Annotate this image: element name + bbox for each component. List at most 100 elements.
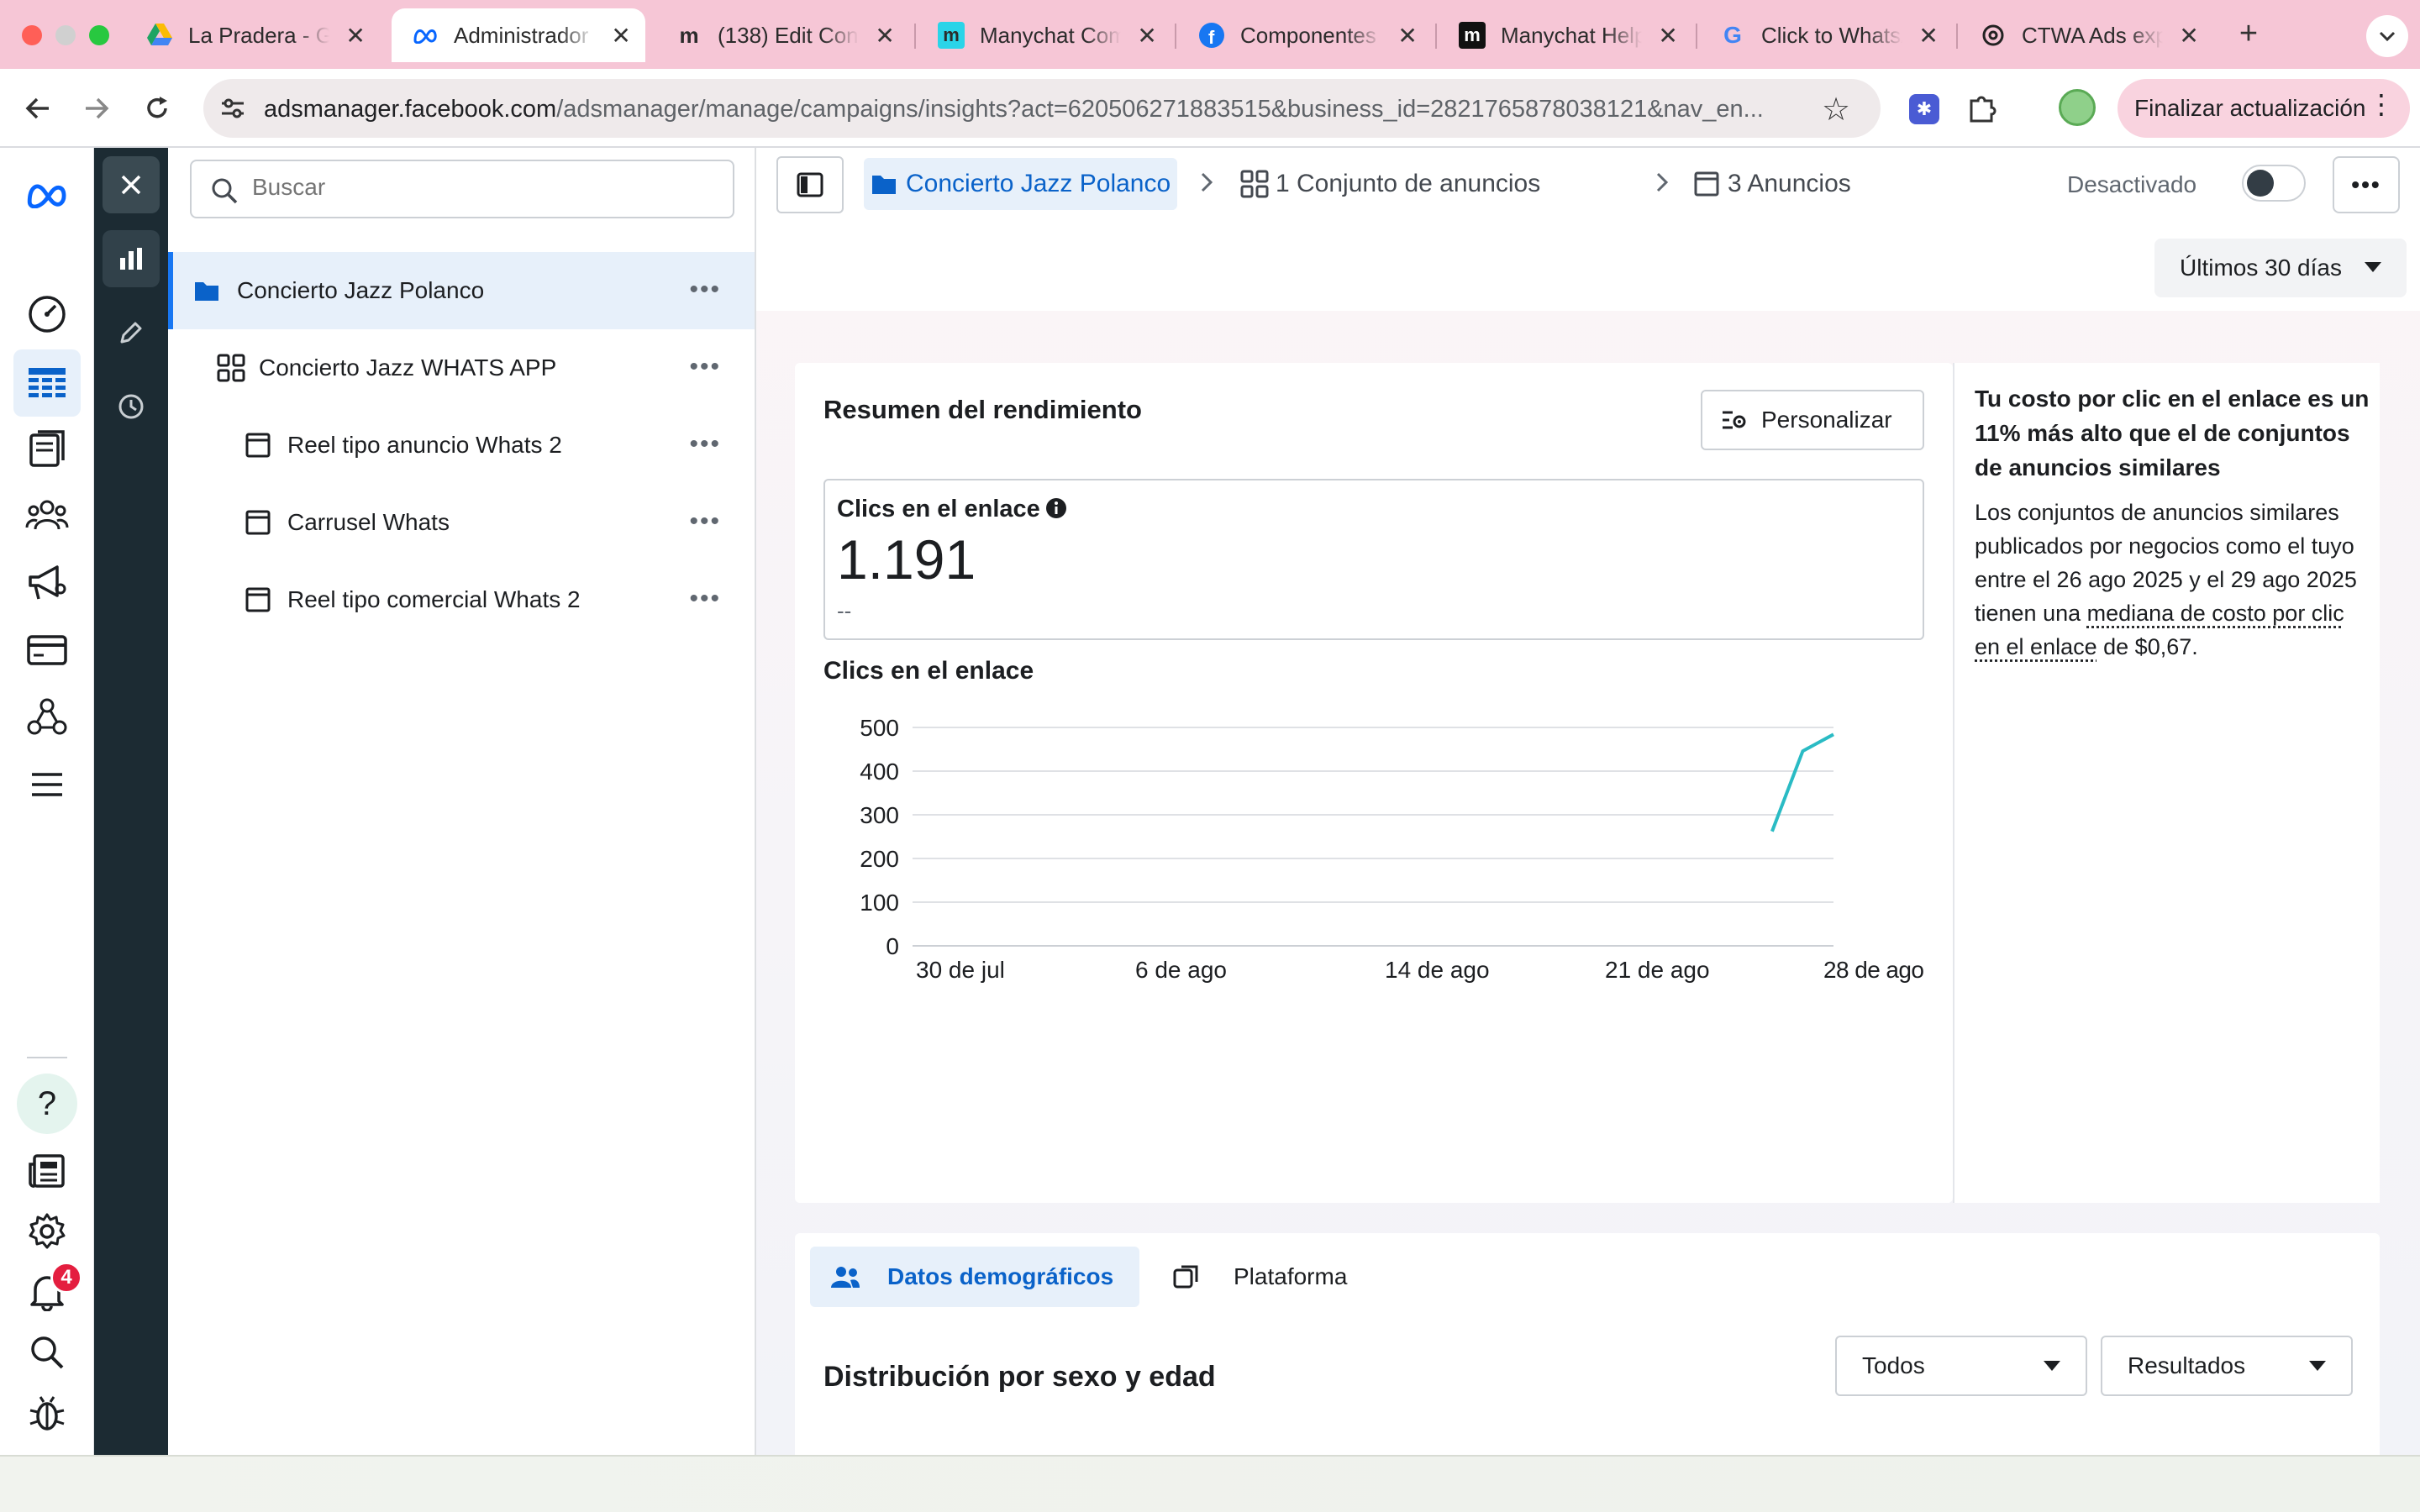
more-options-icon[interactable]: ••• [689, 507, 721, 536]
extension-icon[interactable]: ✱ [1909, 94, 1939, 124]
finish-update-button[interactable]: Finalizar actualización ⋮ [2118, 79, 2410, 138]
all-tools-menu-icon[interactable] [24, 761, 71, 808]
close-tab-icon[interactable]: ✕ [1395, 22, 1420, 50]
tree-item-ad[interactable]: Reel tipo comercial Whats 2 ••• [168, 561, 755, 638]
more-options-icon[interactable]: ••• [689, 585, 721, 613]
browser-tab[interactable]: CTWA Ads explained ✕ [1960, 8, 2213, 62]
more-options-icon[interactable]: ••• [689, 430, 721, 459]
tree-item-ad[interactable]: Reel tipo anuncio Whats 2 ••• [168, 407, 755, 484]
caret-down-icon [2309, 1361, 2326, 1371]
browser-tab[interactable]: m Manychat Help ✕ [1439, 8, 1692, 62]
metric-tile[interactable]: Clics en el enlace 1.191 -- [823, 479, 1924, 640]
tree-item-adset[interactable]: Concierto Jazz WHATS APP ••• [168, 329, 755, 407]
tree-item-campaign[interactable]: Concierto Jazz Polanco ••• [168, 252, 755, 329]
profile-avatar[interactable] [2059, 89, 2096, 126]
browser-tab-strip: La Pradera - Google Drive ✕ Administrado… [0, 0, 2420, 69]
campaign-toggle[interactable] [2242, 165, 2306, 202]
x-tick-label: 14 de ago [1385, 957, 1490, 983]
megaphone-icon[interactable] [24, 559, 71, 606]
close-tab-icon[interactable]: ✕ [1655, 22, 1681, 50]
close-tab-icon[interactable]: ✕ [608, 22, 634, 50]
search-icon[interactable] [24, 1329, 71, 1376]
forward-button[interactable] [76, 87, 118, 129]
browser-tab[interactable]: m Manychat Community ✕ [918, 8, 1171, 62]
site-info-icon[interactable] [218, 94, 247, 127]
browser-tab[interactable]: La Pradera - Google Drive ✕ [126, 8, 380, 62]
tree-item-label: Concierto Jazz Polanco [237, 277, 485, 303]
tab-demographics[interactable]: Datos demográficos [810, 1247, 1139, 1307]
y-tick-label: 0 [886, 933, 899, 959]
gender-filter-select[interactable]: Todos [1835, 1336, 2087, 1396]
maximize-window-button[interactable] [89, 25, 109, 45]
close-tab-icon[interactable]: ✕ [1916, 22, 1941, 50]
chevron-down-icon [2379, 31, 2396, 41]
settings-gear-icon[interactable] [24, 1208, 71, 1255]
search-input[interactable] [250, 173, 721, 202]
x-tick-label: 6 de ago [1135, 957, 1227, 983]
date-range-selector[interactable]: Últimos 30 días [2154, 239, 2407, 297]
browser-tab[interactable]: m (138) Edit Content ✕ [655, 8, 909, 62]
more-options-icon[interactable]: ••• [689, 276, 721, 304]
browser-tab[interactable]: f Componentes de anuncios ✕ [1178, 8, 1432, 62]
kebab-menu-icon[interactable]: ⋮ [2368, 91, 2395, 118]
new-tab-button[interactable]: + [2230, 15, 2267, 52]
breadcrumb-ads[interactable]: 3 Anuncios [1694, 158, 1851, 210]
folder-icon [195, 282, 218, 301]
more-actions-button[interactable]: ••• [2333, 156, 2400, 213]
customize-button[interactable]: Personalizar [1701, 390, 1924, 450]
ellipsis-icon: ••• [2351, 171, 2381, 197]
breadcrumb-campaign[interactable]: Concierto Jazz Polanco [864, 158, 1178, 210]
close-tab-icon[interactable]: ✕ [872, 22, 897, 50]
news-icon[interactable] [24, 1147, 71, 1194]
tab-platform[interactable]: Plataforma [1156, 1247, 1347, 1307]
close-tab-icon[interactable]: ✕ [343, 22, 368, 50]
close-tab-icon[interactable]: ✕ [2176, 22, 2202, 50]
tab-search-button[interactable] [2366, 15, 2408, 57]
browser-tab[interactable]: G Click to WhatsApp ✕ [1699, 8, 1953, 62]
close-tab-icon[interactable]: ✕ [1134, 22, 1160, 50]
more-options-icon[interactable]: ••• [689, 353, 721, 381]
adset-grid-icon [217, 354, 245, 382]
edit-pencil-icon[interactable] [103, 304, 160, 361]
audiences-people-icon[interactable] [24, 492, 71, 539]
campaigns-table-icon[interactable] [13, 349, 81, 417]
bug-report-icon[interactable] [24, 1389, 71, 1436]
puzzle-extensions-icon[interactable] [1966, 91, 2000, 129]
tree-search-box[interactable] [190, 160, 734, 218]
help-icon[interactable]: ? [17, 1074, 77, 1134]
metric-filter-select[interactable]: Resultados [2101, 1336, 2353, 1396]
browser-tab-active[interactable]: Administrador de anuncios ✕ [392, 8, 645, 62]
bookmark-star-icon[interactable]: ☆ [1822, 91, 1850, 129]
openai-icon [1980, 22, 2007, 49]
reload-button[interactable] [136, 87, 178, 129]
adset-grid-icon [1240, 170, 1269, 198]
rail-divider [27, 1057, 67, 1058]
insights-chart-icon[interactable] [103, 230, 160, 287]
minimize-window-button[interactable] [55, 25, 76, 45]
notification-badge: 4 [50, 1262, 82, 1294]
ad-window-icon [245, 433, 271, 458]
breadcrumb-adsets[interactable]: 1 Conjunto de anuncios [1240, 158, 1540, 210]
search-icon [212, 178, 238, 204]
tree-item-ad[interactable]: Carrusel Whats ••• [168, 484, 755, 561]
history-clock-icon[interactable] [103, 378, 160, 435]
toggle-panel-button[interactable] [776, 156, 844, 213]
events-manager-icon[interactable] [24, 694, 71, 741]
billing-card-icon[interactable] [24, 627, 71, 674]
address-bar[interactable]: adsmanager.facebook.com/adsmanager/manag… [203, 79, 1881, 138]
meta-logo-icon[interactable] [24, 171, 71, 218]
folder-icon [872, 176, 896, 194]
url-text: adsmanager.facebook.com/adsmanager/manag… [264, 96, 1764, 123]
tree-item-label: Reel tipo comercial Whats 2 [287, 586, 581, 612]
url-domain: adsmanager.facebook.com [264, 96, 557, 123]
close-panel-icon[interactable] [103, 156, 160, 213]
dashboard-gauge-icon[interactable] [24, 291, 71, 338]
info-icon[interactable] [1045, 497, 1067, 519]
people-icon [831, 1267, 860, 1288]
chevron-right-icon [1655, 171, 1669, 197]
back-button[interactable] [17, 87, 59, 129]
pages-icon[interactable] [24, 425, 71, 472]
close-window-button[interactable] [22, 25, 42, 45]
insight-body: Los conjuntos de anuncios similares publ… [1975, 496, 2370, 664]
chevron-right-icon [1200, 171, 1213, 197]
